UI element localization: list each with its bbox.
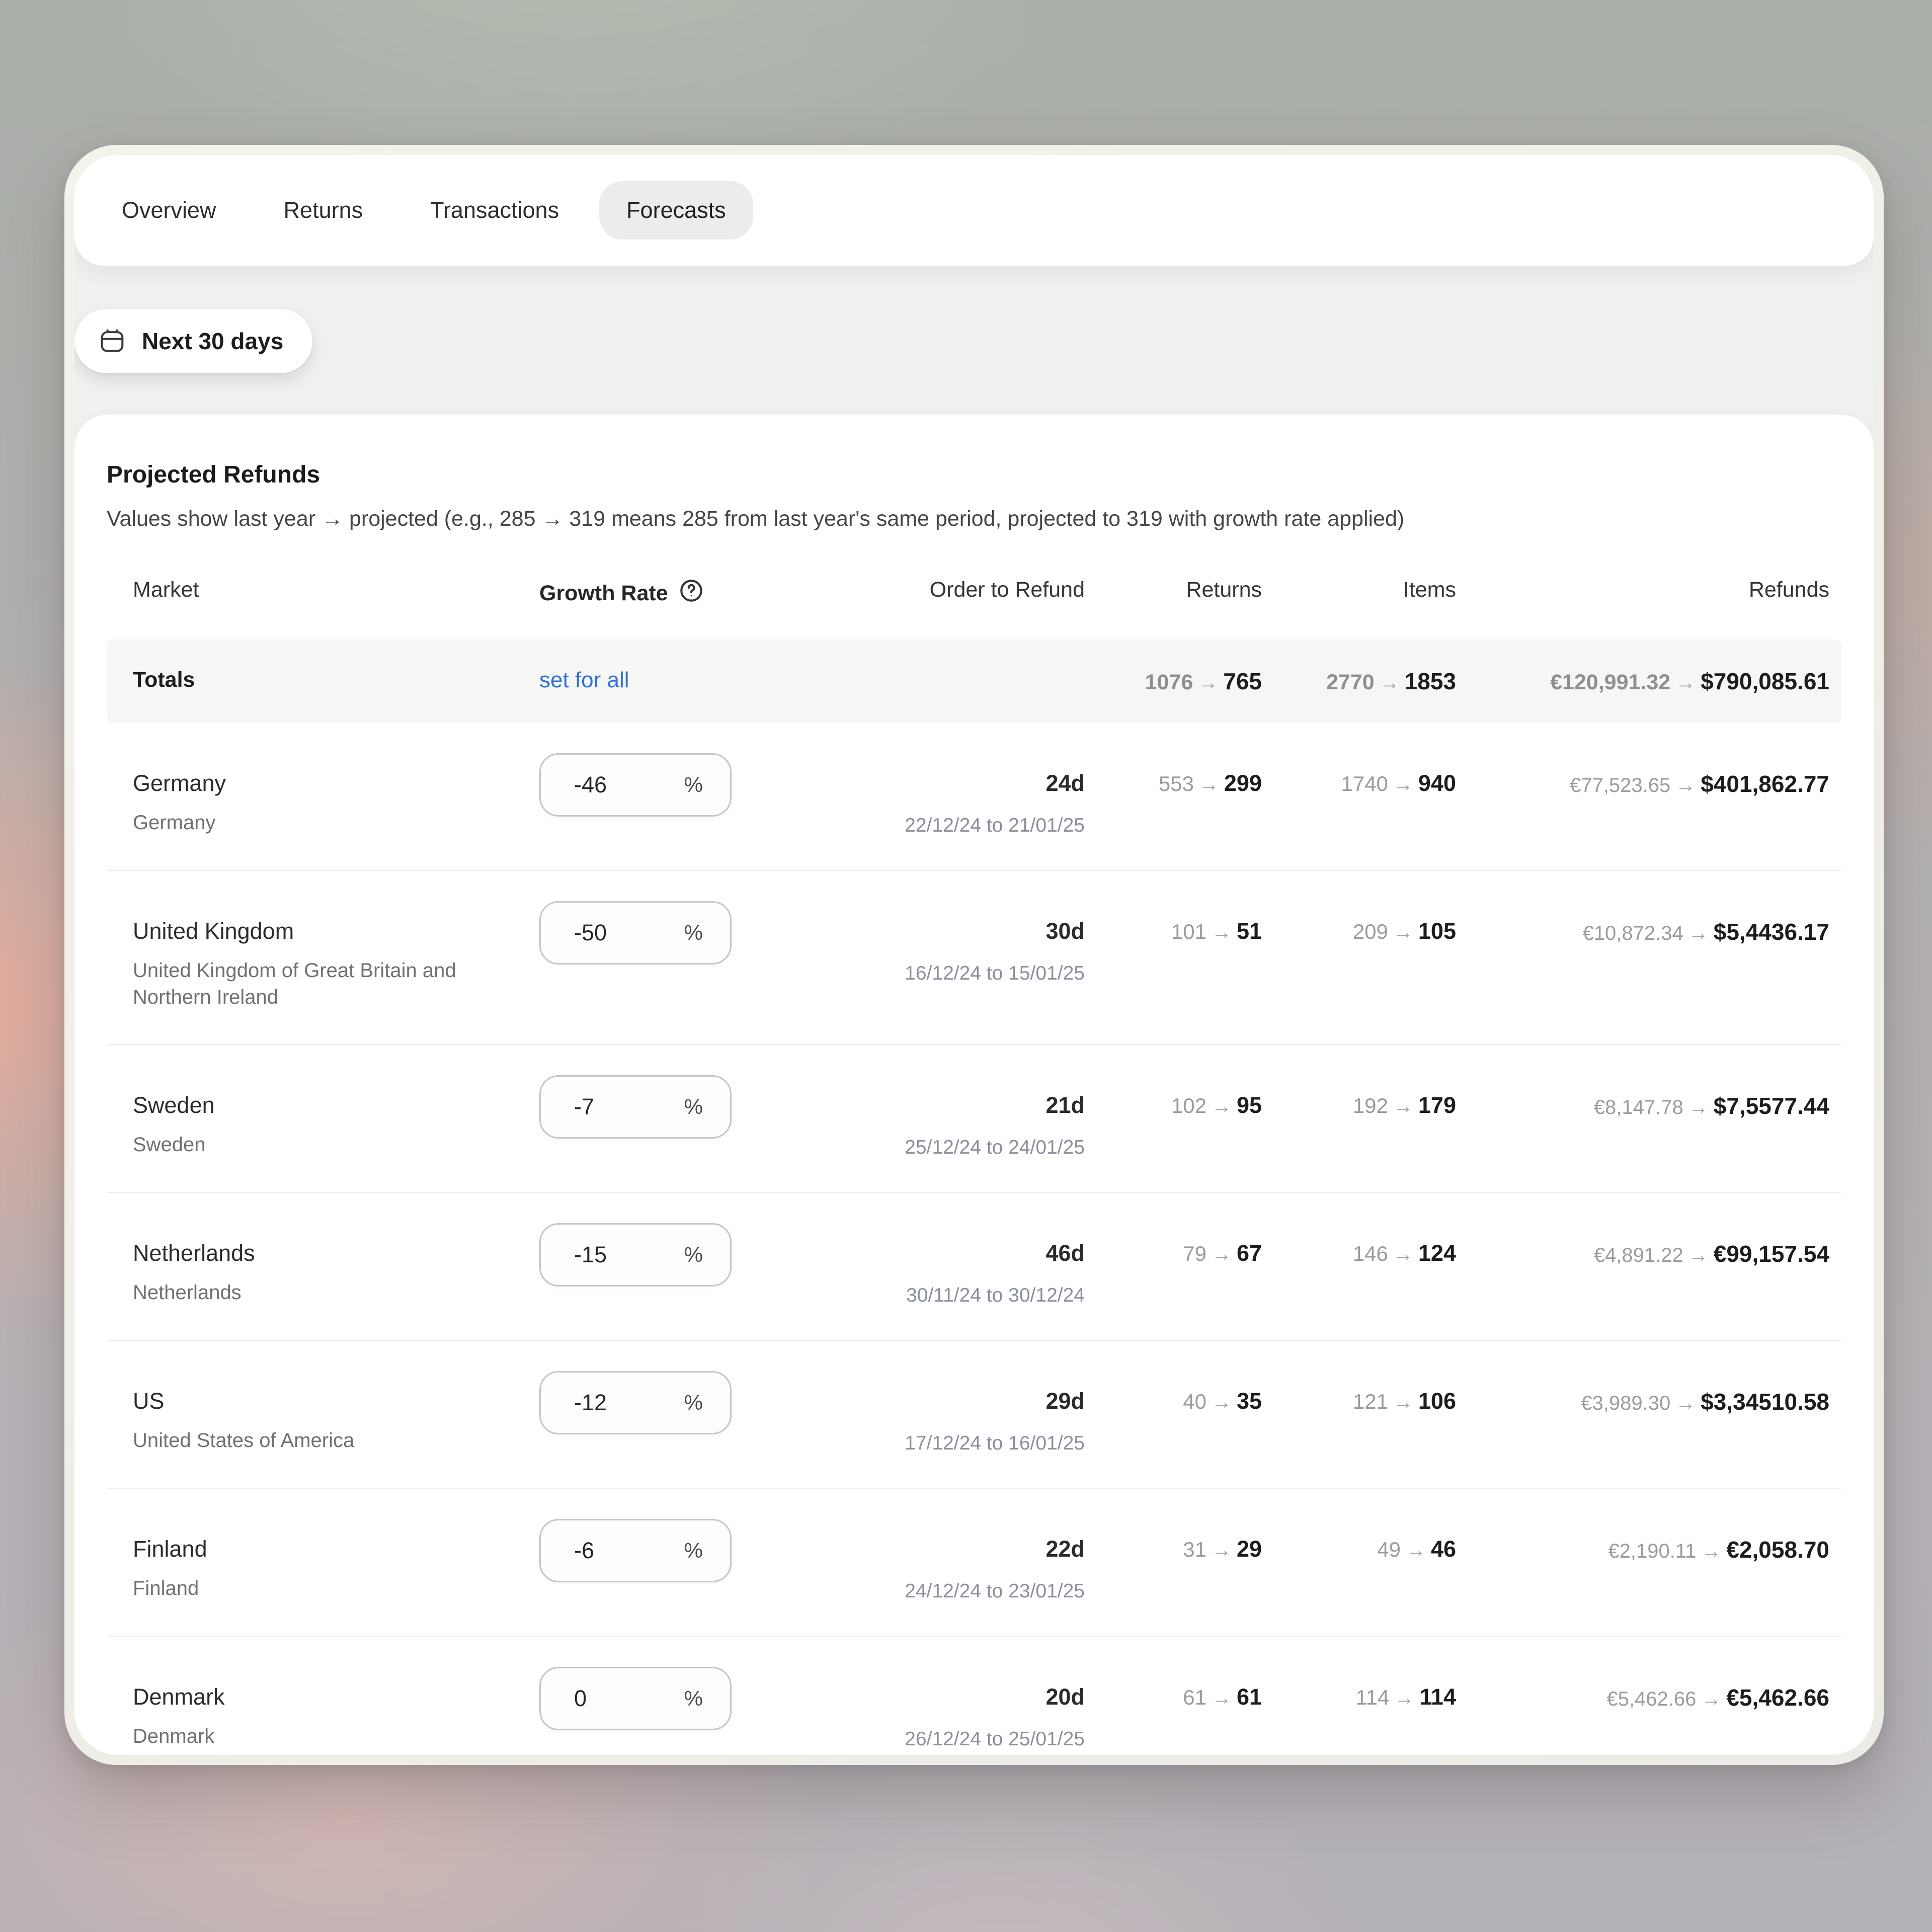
growth-rate-input[interactable]: -12 % [539, 1371, 732, 1434]
totals-refunds: €120,991.32→$790,085.61 [1456, 668, 1841, 695]
items-pair: 192→179 [1262, 1075, 1456, 1118]
items-pair: 114→114 [1262, 1667, 1456, 1710]
returns-pair: 61→61 [1085, 1667, 1262, 1710]
refunds-pair: €4,891.22→€99,157.54 [1456, 1223, 1841, 1267]
percent-suffix: % [684, 1095, 703, 1119]
market-name: Germany [133, 770, 515, 796]
growth-rate-input[interactable]: -15 % [539, 1223, 732, 1286]
growth-rate-input[interactable]: -7 % [539, 1075, 732, 1139]
totals-row: Totals set for all 1076→765 2770→1853 €1… [107, 639, 1841, 723]
tab-forecasts[interactable]: Forecasts [599, 181, 753, 239]
items-pair: 49→46 [1262, 1519, 1456, 1562]
market-subtitle: Finland [133, 1575, 465, 1602]
column-header-returns: Returns [1085, 578, 1262, 602]
market-subtitle: Denmark [133, 1723, 465, 1750]
totals-label: Totals [107, 668, 515, 692]
page-title: Projected Refunds [107, 461, 1841, 489]
table-row-united-kingdom: United Kingdom United Kingdom of Great B… [107, 871, 1841, 1045]
returns-pair: 40→35 [1085, 1371, 1262, 1414]
totals-items: 2770→1853 [1262, 668, 1456, 695]
growth-rate-input[interactable]: -50 % [539, 901, 732, 964]
order-to-refund-days: 21d [732, 1092, 1085, 1118]
table-row-sweden: Sweden Sweden -7 % 21d 25/12/24 to 24/01… [107, 1045, 1841, 1193]
order-to-refund-days: 22d [732, 1536, 1085, 1562]
items-pair: 121→106 [1262, 1371, 1456, 1414]
returns-pair: 79→67 [1085, 1223, 1262, 1266]
totals-returns: 1076→765 [1085, 668, 1262, 695]
period-selector-button[interactable]: Next 30 days [74, 309, 312, 373]
growth-rate-input[interactable]: -6 % [539, 1519, 732, 1582]
order-to-refund-range: 26/12/24 to 25/01/25 [732, 1728, 1085, 1750]
items-pair: 146→124 [1262, 1223, 1456, 1266]
items-pair: 1740→940 [1262, 753, 1456, 796]
returns-pair: 31→29 [1085, 1519, 1262, 1562]
column-header-order-to-refund: Order to Refund [732, 578, 1085, 602]
table-row-germany: Germany Germany -46 % 24d 22/12/24 to 21… [107, 723, 1841, 871]
market-name: Sweden [133, 1092, 515, 1118]
refunds-pair: €5,462.66→€5,462.66 [1456, 1667, 1841, 1711]
column-header-items: Items [1262, 578, 1456, 602]
market-subtitle: Netherlands [133, 1279, 465, 1306]
market-subtitle: United States of America [133, 1427, 465, 1454]
growth-rate-input[interactable]: -46 % [539, 753, 732, 817]
market-subtitle: United Kingdom of Great Britain and Nort… [133, 957, 465, 1011]
refunds-pair: €2,190.11→€2,058.70 [1456, 1519, 1841, 1563]
market-name: United Kingdom [133, 918, 515, 944]
market-name: Denmark [133, 1684, 515, 1710]
percent-suffix: % [684, 1243, 703, 1267]
set-for-all-link[interactable]: set for all [539, 668, 629, 692]
growth-rate-input[interactable]: 0 % [539, 1667, 732, 1730]
column-header-growth-rate: Growth Rate [515, 578, 732, 609]
items-pair: 209→105 [1262, 901, 1456, 944]
period-selector-label: Next 30 days [142, 328, 283, 355]
returns-pair: 101→51 [1085, 901, 1262, 944]
tab-bar: Overview Returns Transactions Forecasts [74, 155, 1874, 266]
returns-pair: 102→95 [1085, 1075, 1262, 1118]
order-to-refund-range: 17/12/24 to 16/01/25 [732, 1432, 1085, 1455]
column-header-refunds: Refunds [1456, 578, 1841, 602]
tab-overview[interactable]: Overview [95, 181, 244, 239]
order-to-refund-range: 25/12/24 to 24/01/25 [732, 1137, 1085, 1159]
percent-suffix: % [684, 921, 703, 945]
forecast-table: Market Growth Rate Order to Refund Retu [107, 578, 1841, 1755]
tab-transactions[interactable]: Transactions [403, 181, 586, 239]
column-header-market: Market [107, 578, 515, 602]
table-row-netherlands: Netherlands Netherlands -15 % 46d 30/11/… [107, 1193, 1841, 1341]
returns-pair: 553→299 [1085, 753, 1262, 796]
market-name: Netherlands [133, 1240, 515, 1266]
percent-suffix: % [684, 773, 703, 797]
market-name: Finland [133, 1536, 515, 1562]
order-to-refund-days: 46d [732, 1240, 1085, 1266]
order-to-refund-days: 24d [732, 770, 1085, 796]
order-to-refund-range: 16/12/24 to 15/01/25 [732, 962, 1085, 985]
order-to-refund-days: 20d [732, 1684, 1085, 1710]
filter-row: Next 30 days [74, 309, 1874, 373]
order-to-refund-range: 22/12/24 to 21/01/25 [732, 815, 1085, 837]
table-row-finland: Finland Finland -6 % 22d 24/12/24 to 23/… [107, 1489, 1841, 1637]
app-window: Overview Returns Transactions Forecasts … [64, 145, 1884, 1765]
market-subtitle: Germany [133, 810, 465, 836]
order-to-refund-range: 30/11/24 to 30/12/24 [732, 1284, 1085, 1307]
order-to-refund-days: 29d [732, 1388, 1085, 1414]
percent-suffix: % [684, 1686, 703, 1711]
refunds-pair: €77,523.65→$401,862.77 [1456, 753, 1841, 797]
order-to-refund-days: 30d [732, 918, 1085, 944]
percent-suffix: % [684, 1391, 703, 1415]
market-name: US [133, 1388, 515, 1414]
page-subtitle: Values show last year → projected (e.g.,… [107, 507, 1841, 531]
help-icon[interactable] [678, 578, 704, 609]
order-to-refund-range: 24/12/24 to 23/01/25 [732, 1580, 1085, 1602]
refunds-pair: €10,872.34→$5,4436.17 [1456, 901, 1841, 945]
refunds-pair: €8,147.78→$7,5577.44 [1456, 1075, 1841, 1119]
tab-returns[interactable]: Returns [257, 181, 390, 239]
table-header-row: Market Growth Rate Order to Refund Retu [107, 578, 1841, 639]
table-row-denmark: Denmark Denmark 0 % 20d 26/12/24 to 25/0… [107, 1637, 1841, 1755]
table-row-us: US United States of America -12 % 29d 17… [107, 1341, 1841, 1489]
refunds-pair: €3,989.30→$3,34510.58 [1456, 1371, 1841, 1415]
app-window-inner: Overview Returns Transactions Forecasts … [74, 155, 1874, 1755]
calendar-icon [98, 327, 127, 356]
percent-suffix: % [684, 1539, 703, 1563]
projected-refunds-card: Projected Refunds Values show last year … [74, 415, 1874, 1755]
market-subtitle: Sweden [133, 1132, 465, 1158]
